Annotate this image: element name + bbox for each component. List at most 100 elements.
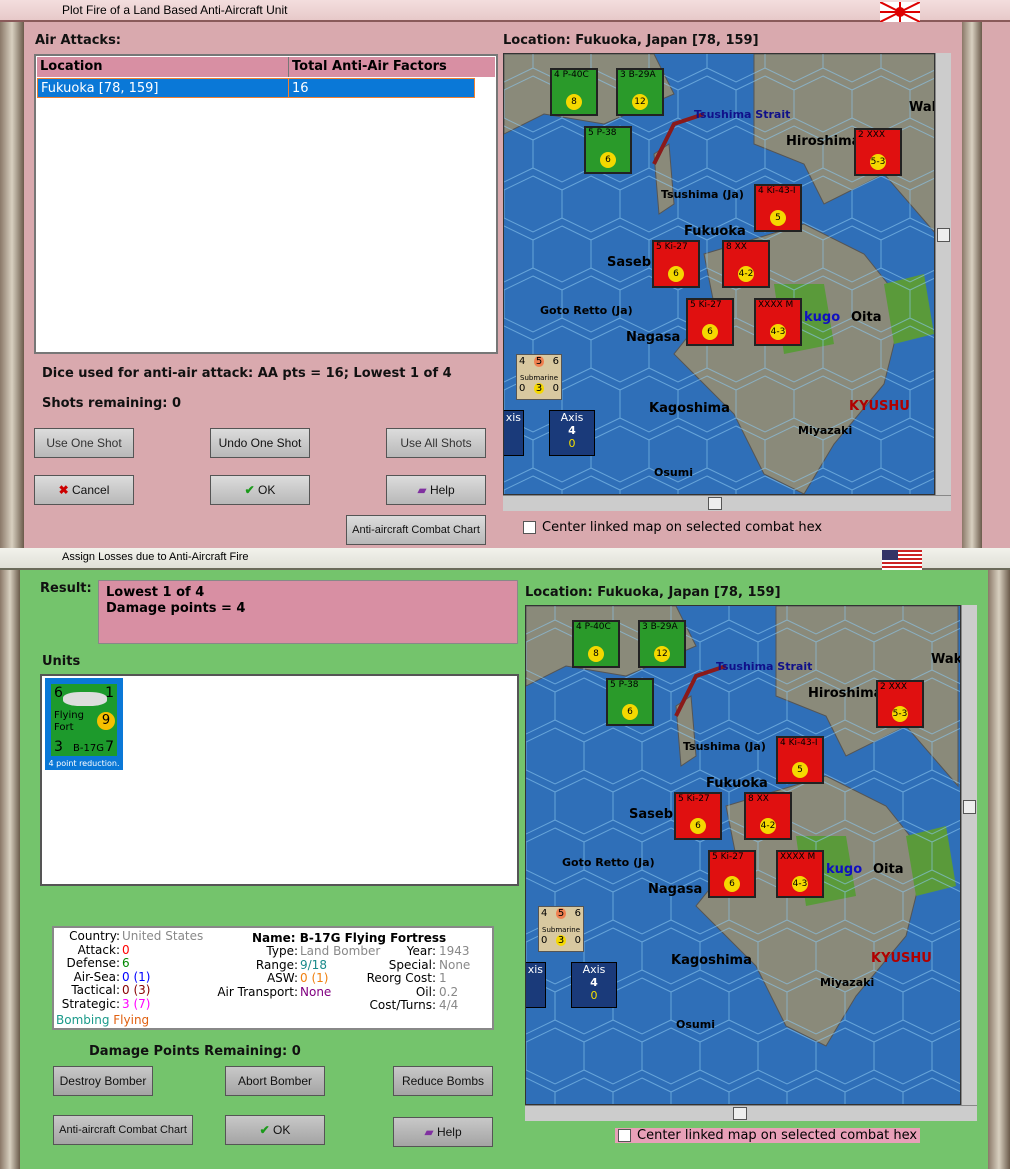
map-vertical-scrollbar[interactable]	[935, 53, 951, 495]
ok-button[interactable]: ✔ OK	[225, 1115, 325, 1145]
assign-losses-window: Assign Losses due to Anti-Aircraft Fire …	[0, 548, 1010, 1169]
counter-value: 6	[690, 818, 706, 834]
unit-info-panel: Country: Attack: Defense: Air-Sea: Tactical:…	[52, 926, 494, 1030]
window-title: Plot Fire of a Land Based Anti-Aircraft …	[62, 3, 288, 17]
map-unit-counter[interactable]: 5 Ki-27 6	[652, 240, 700, 288]
map-label: Tsushima Strait	[694, 108, 791, 121]
title-bar[interactable]: Plot Fire of a Land Based Anti-Aircraft …	[0, 0, 1010, 22]
counter-value: 5-3	[892, 706, 908, 722]
counter-top: 5 Ki-27	[690, 300, 722, 310]
map-label: Saseb	[607, 255, 651, 270]
center-map-checkbox[interactable]: Center linked map on selected combat hex	[523, 520, 822, 535]
map-label: Hiroshima	[786, 134, 861, 149]
counter-top: XXXX M	[780, 852, 816, 862]
submarine-counter[interactable]: 4 5 6 Submarine 0 3 0	[538, 906, 584, 952]
aa-combat-chart-button[interactable]: Anti-aircraft Combat Chart	[346, 515, 486, 545]
map-unit-counter[interactable]: 5 Ki-27 6	[674, 792, 722, 840]
abort-bomber-button[interactable]: Abort Bomber	[225, 1066, 325, 1096]
counter-top: 8 XX	[748, 794, 769, 804]
submarine-counter[interactable]: 4 5 6 Submarine 0 3 0	[516, 354, 562, 400]
map-unit-counter[interactable]: 5 Ki-27 6	[686, 298, 734, 346]
air-attacks-label: Air Attacks:	[35, 33, 122, 48]
map-vertical-scrollbar[interactable]	[961, 605, 977, 1105]
counter-top: 4 Ki-43-I	[780, 738, 818, 748]
destroy-bomber-button[interactable]: Destroy Bomber	[53, 1066, 153, 1096]
map-label: Kagoshima	[671, 953, 752, 968]
air-attacks-table: Location Total Anti-Air Factors Fukuoka …	[34, 54, 498, 354]
unit-caption: 4 point reduction.	[48, 759, 120, 768]
map-unit-counter[interactable]: XXXX M 4-3	[754, 298, 802, 346]
map-unit-counter[interactable]: 4 P-40C 8	[572, 620, 620, 668]
map-unit-counter[interactable]: 8 XX 4-2	[744, 792, 792, 840]
map-unit-counter[interactable]: 5 P-38 6	[584, 126, 632, 174]
map-unit-counter[interactable]: 4 P-40C 8	[550, 68, 598, 116]
cancel-button[interactable]: ✖ Cancel	[34, 475, 134, 505]
counter-value: 8	[566, 94, 582, 110]
map-unit-counter[interactable]: 8 XX 4-2	[722, 240, 770, 288]
info-key: Special:	[388, 957, 436, 972]
column-header-location[interactable]: Location	[37, 57, 289, 77]
map-label: KYUSHU	[849, 399, 910, 414]
unit-name: Fort	[54, 722, 74, 733]
info-value: 0.2	[439, 984, 459, 999]
help-button[interactable]: ▰ Help	[393, 1117, 493, 1147]
undo-one-shot-button[interactable]: Undo One Shot	[210, 428, 310, 458]
info-value: 3 (7)	[122, 996, 151, 1011]
map-unit-counter[interactable]: XXXX M 4-3	[776, 850, 824, 898]
counter-top: 5 Ki-27	[712, 852, 744, 862]
column-header-aa-factors[interactable]: Total Anti-Air Factors	[289, 57, 475, 77]
help-label: Help	[429, 483, 455, 497]
use-one-shot-button[interactable]: Use One Shot	[34, 428, 134, 458]
map-unit-counter[interactable]: 2 XXX 5-3	[876, 680, 924, 728]
map-label: kugo	[826, 862, 863, 877]
info-key: Strategic:	[61, 996, 120, 1011]
map-unit-counter[interactable]: 4 Ki-43-I 5	[754, 184, 802, 232]
center-map-label: Center linked map on selected combat hex	[542, 520, 823, 535]
counter-value: 4-2	[738, 266, 754, 282]
map-label: Hiroshima	[808, 686, 883, 701]
info-key: Cost/Turns:	[369, 998, 436, 1012]
map-unit-counter[interactable]: 5 P-38 6	[606, 678, 654, 726]
info-value: 1943	[439, 944, 470, 958]
info-keys-col1: Country: Attack: Defense: Air-Sea: Tactical:…	[54, 929, 120, 1011]
map-label: Tsushima (Ja)	[661, 188, 744, 201]
map-label: Fukuoka	[706, 776, 768, 791]
map-view[interactable]: Tsushima Strait Hiroshima Tsushima (Ja) Fuk…	[503, 53, 935, 495]
map-horizontal-scrollbar[interactable]	[525, 1105, 977, 1121]
map-label: Goto Retto (Ja)	[562, 856, 655, 869]
counter-value: 5	[792, 762, 808, 778]
info-keys-col2: Type: Range: ASW: Air Transport:	[164, 944, 298, 999]
location-label: Location: Fukuoka, Japan [78, 159]	[503, 33, 759, 48]
map-unit-counter[interactable]: 5 Ki-27 6	[708, 850, 756, 898]
frame-left	[0, 570, 20, 1169]
result-box: Lowest 1 of 4 Damage points = 4	[98, 580, 518, 644]
ok-button[interactable]: ✔ OK	[210, 475, 310, 505]
axis-strength-box: Axis 4 0	[549, 410, 595, 456]
aa-combat-chart-button[interactable]: Anti-aircraft Combat Chart	[53, 1115, 193, 1145]
map-unit-counter[interactable]: 3 B-29A 12	[638, 620, 686, 668]
counter-top: 5 P-38	[588, 128, 617, 138]
unit-counter-b17g[interactable]: 6 1 Flying Fort 9 3 B-17G 7 4 point redu…	[45, 678, 123, 770]
info-key: Range:	[255, 957, 298, 972]
table-row[interactable]: Fukuoka [78, 159] 16	[37, 78, 475, 98]
unit-counter-face: 6 1 Flying Fort 9 3 B-17G 7	[51, 684, 117, 756]
frame-right	[988, 570, 1010, 1169]
map-label: Miyazaki	[820, 976, 875, 989]
help-button[interactable]: ▰ Help	[386, 475, 486, 505]
reduce-bombs-button[interactable]: Reduce Bombs	[393, 1066, 493, 1096]
unit-type: B-17G	[73, 743, 104, 754]
location-label: Location: Fukuoka, Japan [78, 159]	[525, 585, 781, 600]
book-icon: ▰	[417, 483, 430, 497]
map-unit-counter[interactable]: 2 XXX 5-3	[854, 128, 902, 176]
title-bar[interactable]: Assign Losses due to Anti-Aircraft Fire	[0, 548, 1010, 570]
map-unit-counter[interactable]: 4 Ki-43-I 5	[776, 736, 824, 784]
map-unit-counter[interactable]: 3 B-29A 12	[616, 68, 664, 116]
unit-stat: 3	[54, 739, 63, 755]
help-label: Help	[436, 1125, 462, 1139]
counter-top: 5 Ki-27	[656, 242, 688, 252]
unit-stat: 7	[105, 739, 114, 755]
center-map-checkbox[interactable]: Center linked map on selected combat hex	[615, 1128, 921, 1143]
map-horizontal-scrollbar[interactable]	[503, 495, 951, 511]
use-all-shots-button[interactable]: Use All Shots	[386, 428, 486, 458]
map-view[interactable]: Tsushima Strait Hiroshima Tsushima (Ja) Fuk…	[525, 605, 961, 1105]
